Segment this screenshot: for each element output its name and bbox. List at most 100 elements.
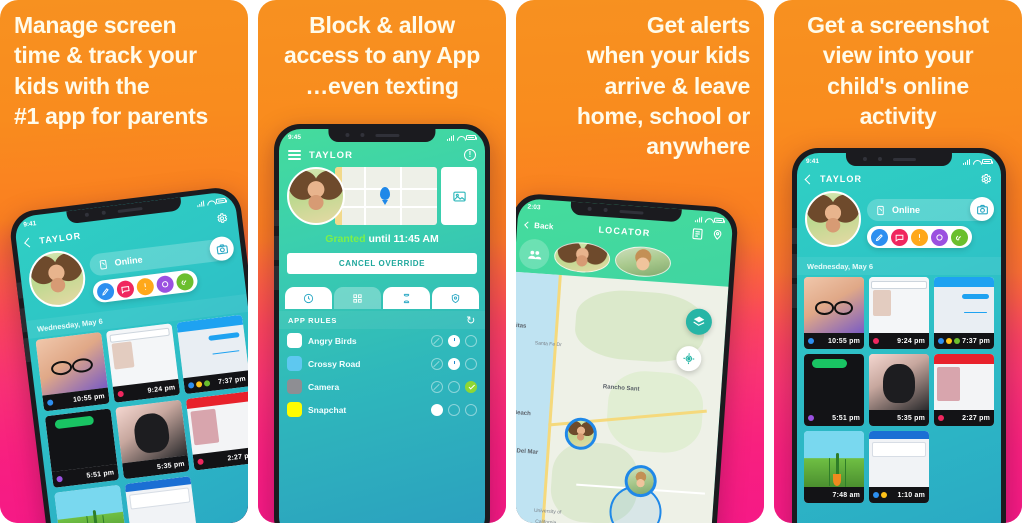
tab-clock[interactable]: [285, 287, 332, 309]
screenshot-card[interactable]: 7:48 am: [804, 431, 864, 503]
gallery-panel-3[interactable]: Get alerts when your kids arrive & leave…: [516, 0, 764, 523]
screenshot-card[interactable]: 5:51 pm: [804, 354, 864, 426]
app-rule-row[interactable]: Snapchat: [279, 398, 485, 421]
cancel-override-button[interactable]: CANCEL OVERRIDE: [287, 253, 477, 274]
tab-apps[interactable]: [334, 287, 381, 309]
back-button[interactable]: Back: [524, 220, 554, 231]
status-time: 9:41: [806, 158, 820, 165]
chat-icon[interactable]: [115, 279, 135, 299]
screenshot-timestamp: 9:24 pm: [897, 337, 925, 345]
locate-icon[interactable]: [675, 345, 703, 372]
screenshot-card[interactable]: 9:24 pm: [105, 323, 181, 403]
app-dot: [946, 338, 952, 344]
allow-toggle-icon[interactable]: [465, 403, 477, 416]
refresh-icon[interactable]: ↻: [466, 314, 476, 327]
override-status-rest: until 11:45 AM: [365, 233, 439, 245]
app-rule-row[interactable]: Crossy Road: [279, 352, 485, 375]
avatar[interactable]: [287, 167, 345, 225]
schedule-toggle-icon[interactable]: [448, 334, 460, 347]
status-time: 9:45: [288, 134, 302, 141]
app-dots: [187, 380, 211, 389]
screenshot-timestamp: 9:24 pm: [147, 383, 176, 395]
link-icon[interactable]: [951, 228, 968, 246]
gallery-panel-1[interactable]: Manage screen time & track your kids wit…: [0, 0, 248, 523]
wifi-icon: [206, 199, 214, 206]
gear-icon[interactable]: [980, 173, 992, 185]
avatar[interactable]: [553, 240, 612, 275]
device-icon: [875, 205, 886, 216]
block-toggle-icon[interactable]: [431, 403, 443, 416]
back-chevron-icon[interactable]: [804, 174, 815, 184]
app-rule-row[interactable]: Camera: [279, 375, 485, 398]
tab-shield[interactable]: [432, 287, 479, 309]
screenshot-meta: 9:24 pm: [869, 333, 929, 349]
block-toggle-icon[interactable]: [431, 380, 443, 393]
block-toggle-icon[interactable]: [431, 334, 443, 347]
app-dot: [197, 458, 204, 466]
screenshot-card[interactable]: 5:35 pm: [115, 399, 190, 480]
app-rule-row[interactable]: Angry Birds: [279, 329, 485, 352]
block-toggle-icon[interactable]: [431, 357, 443, 370]
hamburger-menu-icon[interactable]: [288, 149, 301, 161]
screenshot-meta: 7:48 am: [804, 487, 864, 503]
app-dot: [954, 338, 960, 344]
screenshot-thumbnail: [804, 354, 864, 410]
mini-map[interactable]: [335, 167, 437, 225]
screenshot-card[interactable]: 10:55 pm: [35, 331, 110, 412]
alert-icon[interactable]: [135, 276, 155, 296]
screenshot-card[interactable]: 5:51 pm: [44, 408, 120, 488]
schedule-toggle-icon[interactable]: [448, 357, 460, 370]
group-icon[interactable]: [518, 238, 551, 271]
avatar[interactable]: [613, 244, 672, 279]
app-rules-header: APP RULES ↻: [279, 311, 485, 329]
allow-toggle-icon[interactable]: [465, 334, 477, 347]
pencil-icon[interactable]: [96, 281, 116, 301]
gallery-panel-2[interactable]: Block & allow access to any App …even te…: [258, 0, 506, 523]
screenshot-card[interactable]: 7:48 am: [54, 484, 129, 523]
back-button-label: Back: [533, 220, 554, 231]
screenshot-card[interactable]: 9:24 pm: [869, 277, 929, 349]
list-icon[interactable]: [690, 227, 704, 246]
refresh-icon[interactable]: [155, 274, 175, 294]
screenshot-card[interactable]: 1:10 am: [124, 476, 199, 523]
avatar[interactable]: [25, 247, 89, 311]
alert-icon[interactable]: [911, 228, 928, 246]
allow-toggle-icon[interactable]: [465, 357, 477, 370]
screenshot-card[interactable]: 1:10 am: [869, 431, 929, 503]
locator-map[interactable]: nitas Santa Fe Dr Rancho Sant na Beach D…: [516, 271, 729, 523]
screenshot-card[interactable]: 7:37 pm: [934, 277, 994, 349]
chat-icon[interactable]: [891, 228, 908, 246]
back-chevron-icon[interactable]: [24, 237, 34, 247]
screenshot-camera-button[interactable]: [970, 197, 994, 221]
screenshot-card[interactable]: 2:27 pm: [185, 391, 248, 471]
schedule-toggle-icon[interactable]: [448, 403, 460, 416]
app-rules-title: APP RULES: [288, 315, 338, 325]
phone-notch: [328, 129, 436, 142]
schedule-toggle-icon[interactable]: [448, 380, 460, 393]
tab-hourglass[interactable]: [383, 287, 430, 309]
app-dots: [56, 475, 63, 483]
screenshot-timestamp: 5:51 pm: [832, 414, 860, 422]
gallery-button[interactable]: [441, 167, 477, 225]
link-icon[interactable]: [175, 271, 195, 291]
gear-icon[interactable]: [215, 212, 228, 225]
page-title: TAYLOR: [309, 149, 354, 161]
screenshot-thumbnail: [869, 431, 929, 487]
wifi-icon: [457, 135, 464, 141]
screenshot-card[interactable]: 7:37 pm: [176, 314, 248, 395]
screenshot-card[interactable]: 10:55 pm: [804, 277, 864, 349]
gallery-panel-4[interactable]: Get a screenshot view into your child's …: [774, 0, 1022, 523]
quick-action-row[interactable]: [867, 226, 972, 248]
place-icon[interactable]: [710, 228, 724, 247]
screenshot-meta: 7:37 pm: [934, 333, 994, 349]
app-dot: [187, 382, 195, 389]
screenshot-card[interactable]: 5:35 pm: [869, 354, 929, 426]
info-icon[interactable]: !: [464, 149, 476, 161]
app-dot: [873, 338, 879, 344]
pencil-icon[interactable]: [871, 228, 888, 246]
layers-icon[interactable]: [685, 307, 713, 336]
refresh-icon[interactable]: [931, 228, 948, 246]
screenshot-card[interactable]: 2:27 pm: [934, 354, 994, 426]
avatar[interactable]: [805, 191, 861, 247]
allow-toggle-icon[interactable]: [465, 380, 477, 393]
